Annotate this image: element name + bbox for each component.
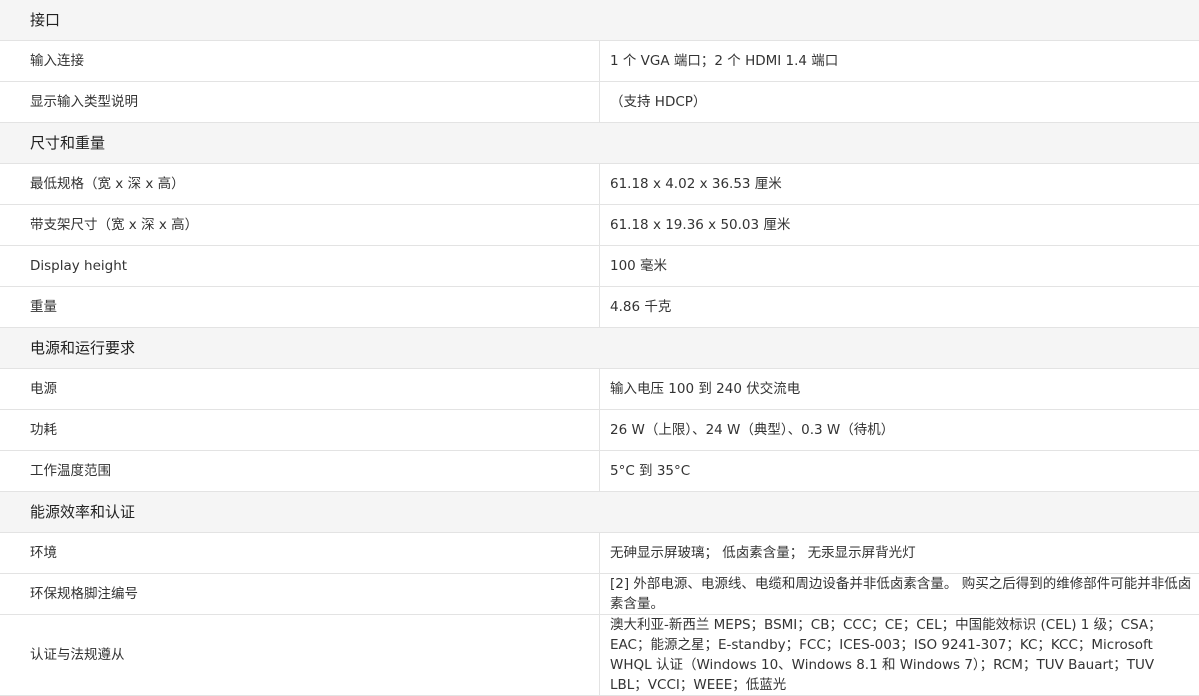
spec-row: 认证与法规遵从 澳大利亚-新西兰 MEPS；BSMI；CB；CCC；CE；CEL…	[0, 615, 1199, 696]
spec-row: 显示输入类型说明 （支持 HDCP）	[0, 82, 1199, 123]
spec-value: 无砷显示屏玻璃； 低卤素含量； 无汞显示屏背光灯	[600, 533, 1199, 574]
spec-value: 61.18 x 19.36 x 50.03 厘米	[600, 205, 1199, 246]
spec-label: Display height	[0, 246, 600, 287]
spec-label: 显示输入类型说明	[0, 82, 600, 123]
spec-label: 功耗	[0, 410, 600, 451]
spec-row: 电源 输入电压 100 到 240 伏交流电	[0, 369, 1199, 410]
spec-row: 环境 无砷显示屏玻璃； 低卤素含量； 无汞显示屏背光灯	[0, 533, 1199, 574]
spec-value: 输入电压 100 到 240 伏交流电	[600, 369, 1199, 410]
spec-value: （支持 HDCP）	[600, 82, 1199, 123]
spec-row: 功耗 26 W（上限）、24 W（典型）、0.3 W（待机）	[0, 410, 1199, 451]
section-title: 接口	[0, 0, 1199, 41]
spec-value: [2] 外部电源、电源线、电缆和周边设备并非低卤素含量。 购买之后得到的维修部件…	[600, 574, 1199, 615]
spec-value: 1 个 VGA 端口；2 个 HDMI 1.4 端口	[600, 41, 1199, 82]
section-header-power: 电源和运行要求	[0, 328, 1199, 369]
spec-row: 输入连接 1 个 VGA 端口；2 个 HDMI 1.4 端口	[0, 41, 1199, 82]
section-header-interfaces: 接口	[0, 0, 1199, 41]
section-title: 电源和运行要求	[0, 328, 1199, 369]
spec-table: 接口 输入连接 1 个 VGA 端口；2 个 HDMI 1.4 端口 显示输入类…	[0, 0, 1199, 696]
spec-label: 最低规格（宽 x 深 x 高）	[0, 164, 600, 205]
spec-value: 26 W（上限）、24 W（典型）、0.3 W（待机）	[600, 410, 1199, 451]
spec-row: Display height 100 毫米	[0, 246, 1199, 287]
spec-label: 环保规格脚注编号	[0, 574, 600, 615]
spec-label: 认证与法规遵从	[0, 615, 600, 696]
spec-row: 工作温度范围 5°C 到 35°C	[0, 451, 1199, 492]
spec-value: 61.18 x 4.02 x 36.53 厘米	[600, 164, 1199, 205]
section-title: 尺寸和重量	[0, 123, 1199, 164]
section-title: 能源效率和认证	[0, 492, 1199, 533]
spec-row: 最低规格（宽 x 深 x 高） 61.18 x 4.02 x 36.53 厘米	[0, 164, 1199, 205]
spec-value: 4.86 千克	[600, 287, 1199, 328]
spec-label: 重量	[0, 287, 600, 328]
spec-value: 澳大利亚-新西兰 MEPS；BSMI；CB；CCC；CE；CEL；中国能效标识 …	[600, 615, 1199, 696]
spec-value: 5°C 到 35°C	[600, 451, 1199, 492]
spec-row: 带支架尺寸（宽 x 深 x 高） 61.18 x 19.36 x 50.03 厘…	[0, 205, 1199, 246]
spec-row: 重量 4.86 千克	[0, 287, 1199, 328]
spec-label: 工作温度范围	[0, 451, 600, 492]
section-header-dimensions: 尺寸和重量	[0, 123, 1199, 164]
spec-label: 电源	[0, 369, 600, 410]
spec-label: 带支架尺寸（宽 x 深 x 高）	[0, 205, 600, 246]
section-header-certifications: 能源效率和认证	[0, 492, 1199, 533]
spec-label: 环境	[0, 533, 600, 574]
spec-value: 100 毫米	[600, 246, 1199, 287]
spec-row: 环保规格脚注编号 [2] 外部电源、电源线、电缆和周边设备并非低卤素含量。 购买…	[0, 574, 1199, 615]
spec-label: 输入连接	[0, 41, 600, 82]
